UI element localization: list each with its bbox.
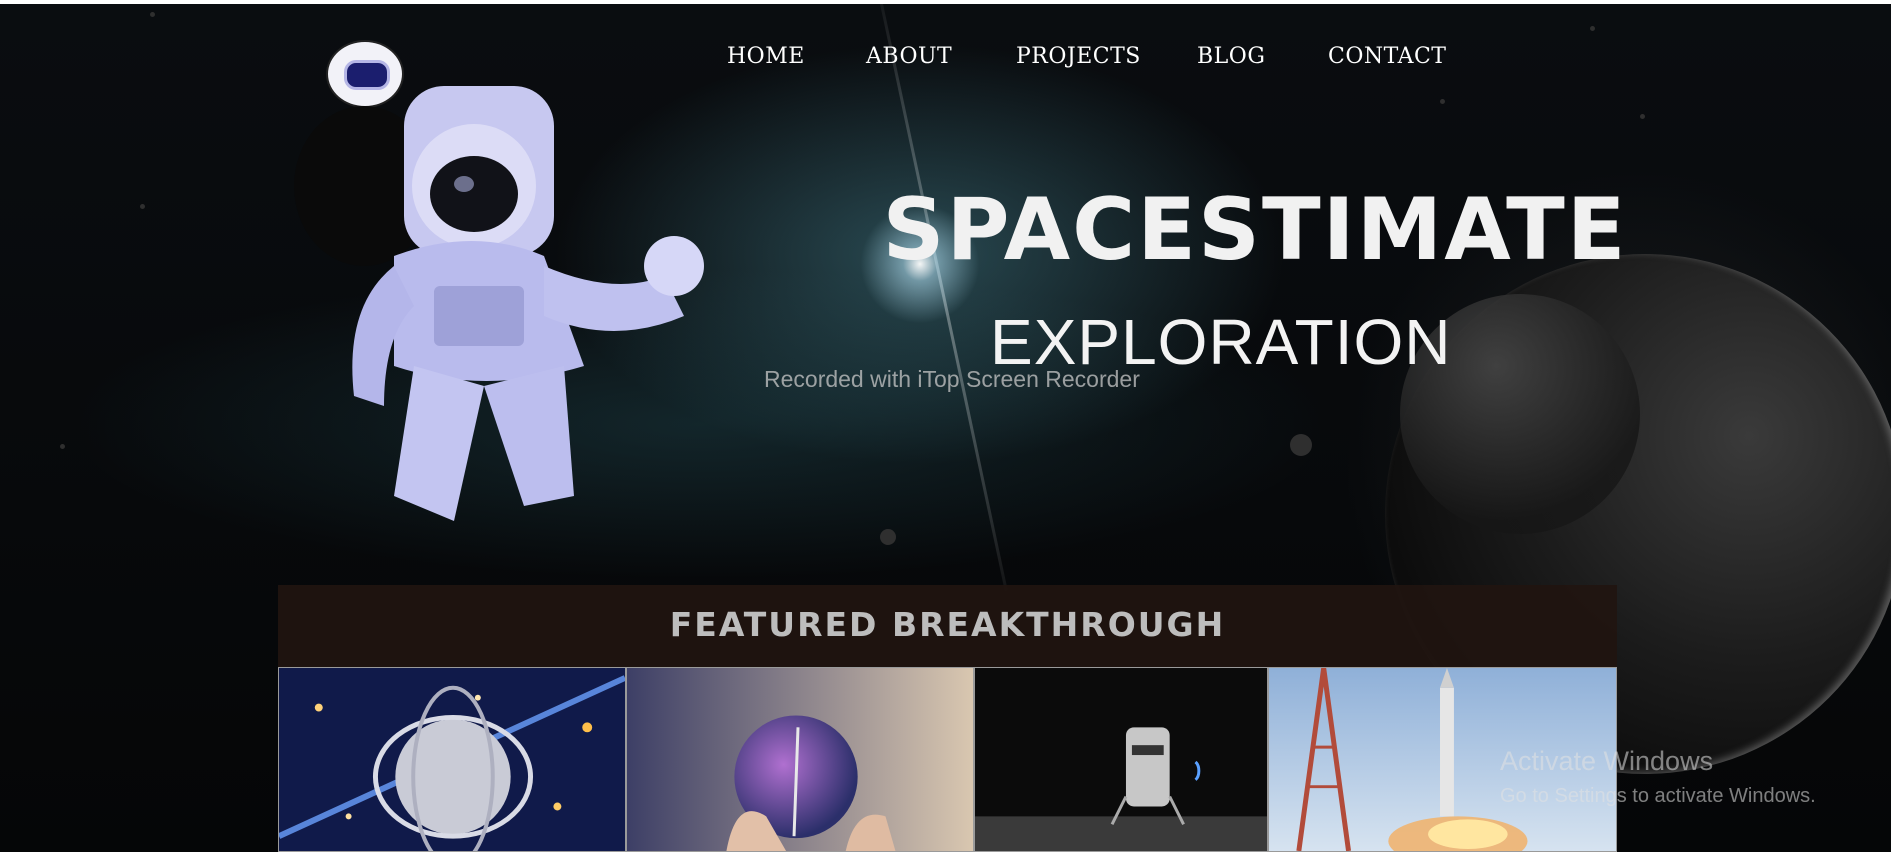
featured-card-lander[interactable] (974, 667, 1268, 852)
recorder-watermark: Recorded with iTop Screen Recorder (764, 366, 1140, 392)
featured-card-crystal[interactable] (626, 667, 974, 852)
asteroid (1590, 26, 1595, 31)
activation-title: Activate Windows (1500, 746, 1714, 776)
featured-card-telescope[interactable] (278, 667, 626, 852)
nav-contact-link[interactable]: CONTACT (1328, 44, 1446, 69)
hero-title: SPACESTIMATE (882, 180, 1628, 280)
space-telescope-illustration (279, 668, 625, 851)
asteroid (140, 204, 145, 209)
asteroid (150, 12, 155, 17)
featured-section: FEATURED BREAKTHROUGH (278, 585, 1617, 667)
asteroid (60, 444, 65, 449)
nav-home-link[interactable]: HOME (727, 44, 805, 69)
windows-activation-notice: Activate Windows Go to Settings to activ… (1500, 746, 1816, 808)
asteroid (1640, 114, 1645, 119)
asteroid (880, 529, 896, 545)
asteroid (1440, 99, 1445, 104)
nav-projects-link[interactable]: PROJECTS (1016, 44, 1141, 69)
featured-heading: FEATURED BREAKTHROUGH (669, 605, 1226, 644)
activation-subtitle: Go to Settings to activate Windows. (1500, 785, 1816, 807)
astronaut-image (284, 66, 724, 526)
asteroid (1290, 434, 1312, 456)
lunar-lander (975, 668, 1267, 851)
nav-about-link[interactable]: ABOUT (866, 44, 952, 69)
nav-blog-link[interactable]: BLOG (1197, 44, 1265, 69)
crystal-lens-in-hand (627, 668, 973, 851)
